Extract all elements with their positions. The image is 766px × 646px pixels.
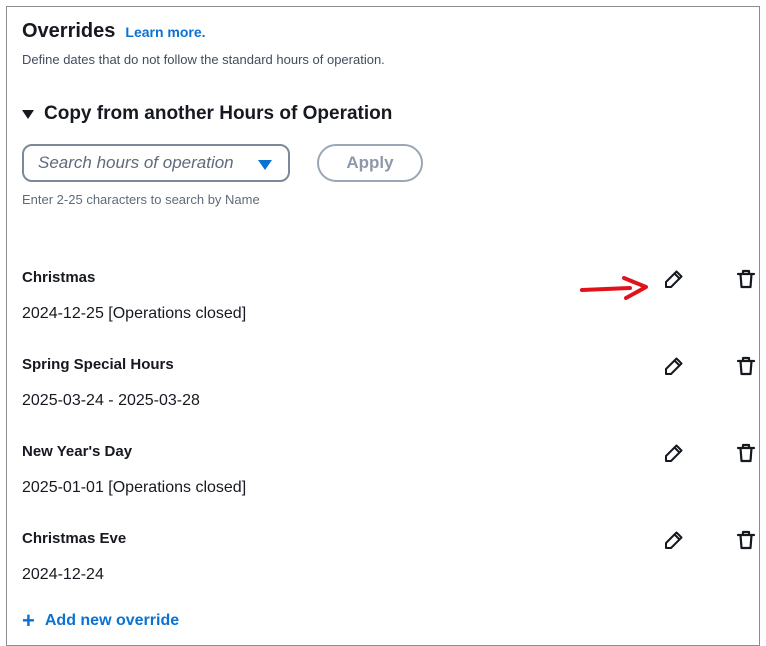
- pencil-icon: [665, 444, 683, 462]
- copy-section-toggle[interactable]: Copy from another Hours of Operation: [22, 103, 392, 125]
- copy-section-title: Copy from another Hours of Operation: [44, 103, 393, 124]
- edit-button[interactable]: [662, 267, 686, 291]
- override-item: Spring Special Hours 2025-03-24 - 2025-0…: [22, 354, 756, 426]
- page-title: Overrides: [22, 20, 116, 42]
- red-arrow-icon: [580, 276, 648, 300]
- override-name: New Year's Day: [22, 443, 133, 460]
- search-placeholder: Search hours of operation: [38, 153, 234, 172]
- search-hours-select[interactable]: Search hours of operation: [22, 144, 290, 182]
- override-dates: 2025-01-01 [Operations closed]: [22, 479, 247, 496]
- overrides-description: Define dates that do not follow the stan…: [22, 52, 385, 67]
- pencil-icon: [665, 357, 683, 375]
- delete-button[interactable]: [734, 354, 758, 378]
- override-item: Christmas Eve 2024-12-24: [22, 528, 756, 600]
- delete-button[interactable]: [734, 441, 758, 465]
- override-name: Spring Special Hours: [22, 356, 174, 373]
- delete-button[interactable]: [734, 528, 758, 552]
- trash-icon: [736, 356, 756, 376]
- trash-icon: [736, 269, 756, 289]
- dropdown-caret-icon: [258, 160, 272, 170]
- pencil-icon: [665, 270, 683, 288]
- add-override-button[interactable]: + Add new override: [22, 608, 180, 633]
- edit-button[interactable]: [662, 441, 686, 465]
- learn-more-link[interactable]: Learn more.: [125, 24, 205, 40]
- pencil-icon: [665, 531, 683, 549]
- trash-icon: [736, 530, 756, 550]
- edit-button[interactable]: [662, 528, 686, 552]
- caret-down-icon: [22, 109, 34, 119]
- delete-button[interactable]: [734, 267, 758, 291]
- override-dates: 2024-12-24: [22, 566, 104, 583]
- plus-icon: +: [22, 608, 35, 633]
- add-override-label: Add new override: [44, 612, 180, 629]
- edit-button[interactable]: [662, 354, 686, 378]
- trash-icon: [736, 443, 756, 463]
- apply-button[interactable]: Apply: [317, 144, 423, 182]
- override-name: Christmas: [22, 269, 96, 286]
- override-name: Christmas Eve: [22, 530, 127, 547]
- override-dates: 2024-12-25 [Operations closed]: [22, 305, 247, 322]
- override-dates: 2025-03-24 - 2025-03-28: [22, 392, 200, 409]
- override-item: New Year's Day 2025-01-01 [Operations cl…: [22, 441, 756, 513]
- overrides-header: Overrides Learn more.: [22, 20, 206, 43]
- search-hint: Enter 2-25 characters to search by Name: [22, 192, 260, 207]
